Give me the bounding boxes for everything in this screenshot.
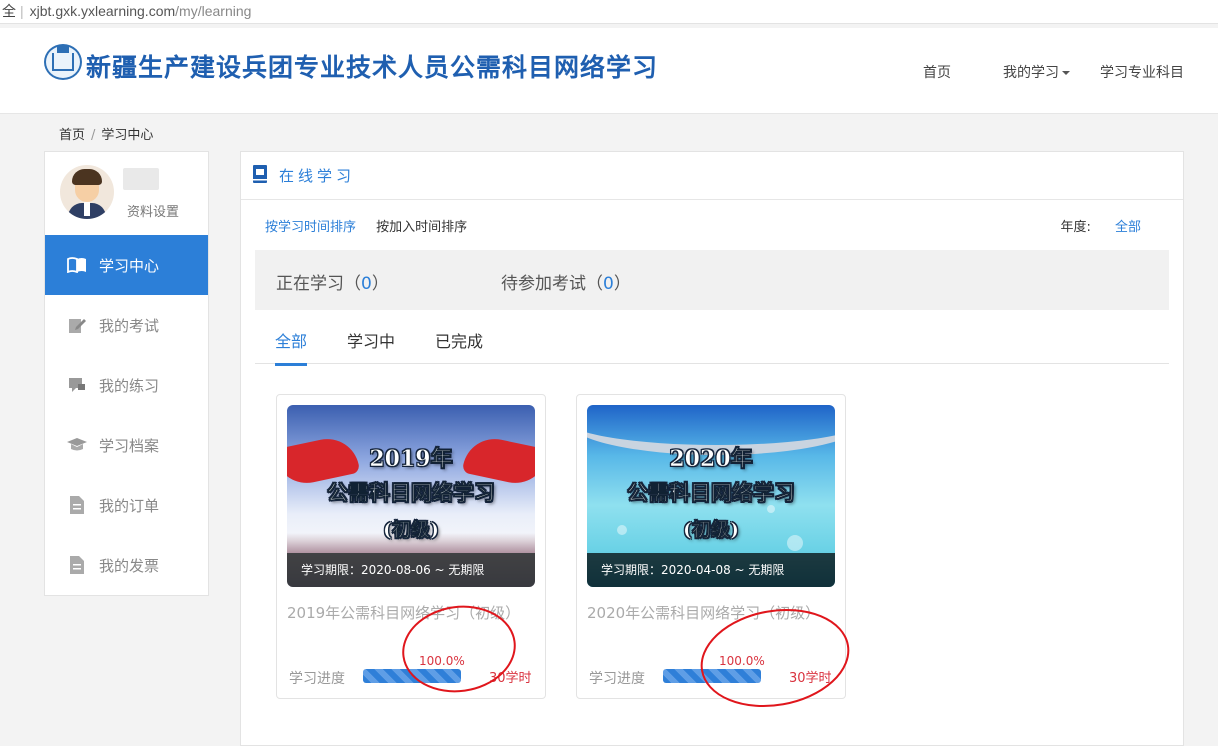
course-hours: 30学时 (489, 671, 532, 686)
progress-percent: 100.0% (719, 654, 765, 668)
course-period: 学习期限：2020-04-08 ~ 无期限 (587, 553, 835, 587)
tab-completed[interactable]: 已完成 (435, 328, 483, 363)
cover-year: 2019年 (369, 446, 453, 473)
sidebar: 资料设置 学习中心 我的考试 我的练习 学习档案 我的订单 我的发票 (44, 151, 209, 596)
course-period: 学习期限：2020-08-06 ~ 无期限 (287, 553, 535, 587)
stat-exam-count: 0 (603, 274, 614, 294)
cover-year: 2020年 (669, 446, 753, 473)
progress-bar (663, 669, 761, 683)
breadcrumb-separator: / (91, 128, 96, 143)
sidebar-item-label: 我的订单 (99, 496, 160, 515)
sidebar-item-my-orders[interactable]: 我的订单 (45, 475, 208, 535)
course-title[interactable]: 2019年公需科目网络学习（初级） (287, 602, 520, 623)
cover-level: (初级) (683, 519, 739, 542)
notebook-icon (253, 164, 267, 187)
security-label: 全 (2, 3, 16, 19)
sidebar-item-label: 学习档案 (99, 436, 160, 455)
browser-address-bar[interactable]: 全 | xjbt.gxk.yxlearning.com/my/learning (0, 0, 1218, 24)
graduation-cap-icon (67, 436, 87, 454)
sidebar-item-label: 我的练习 (99, 376, 160, 395)
avatar[interactable] (60, 165, 114, 219)
breadcrumb-home[interactable]: 首页 (59, 128, 85, 143)
year-filter-value[interactable]: 全部 (1115, 220, 1141, 235)
course-title[interactable]: 2020年公需科目网络学习（初级） (587, 602, 820, 623)
tab-in-progress[interactable]: 学习中 (347, 328, 395, 363)
sort-by-join-time[interactable]: 按加入时间排序 (376, 220, 467, 235)
nav-courses[interactable]: 学习专业科目 (1100, 62, 1184, 82)
sidebar-item-my-practice[interactable]: 我的练习 (45, 355, 208, 415)
cover-level: (初级) (383, 519, 439, 542)
progress-fill (363, 669, 461, 683)
stat-studying[interactable]: 正在学习（0） (276, 269, 389, 294)
stat-exam-label: 待参加考试（ (501, 274, 603, 294)
cover-subject: 公需科目网络学习 (627, 480, 796, 506)
site-title[interactable]: 新疆生产建设兵团专业技术人员公需科目网络学习 (86, 48, 658, 84)
user-profile: 资料设置 (45, 152, 208, 235)
sidebar-item-label: 我的考试 (99, 316, 160, 335)
nav-my-learning[interactable]: 我的学习 (1003, 62, 1070, 82)
site-header: 新疆生产建设兵团专业技术人员公需科目网络学习 首页 我的学习 学习专业科目 (0, 28, 1218, 114)
cover-subject: 公需科目网络学习 (327, 480, 496, 506)
tab-all[interactable]: 全部 (275, 328, 308, 366)
course-card[interactable]: 2020年 公需科目网络学习 (初级) 学习期限：2020-04-08 ~ 无期… (576, 394, 846, 699)
sidebar-item-learning-center[interactable]: 学习中心 (45, 235, 208, 295)
sidebar-item-my-invoices[interactable]: 我的发票 (45, 535, 208, 595)
user-name-blurred (123, 168, 159, 190)
course-cover-image[interactable]: 2019年 公需科目网络学习 (初级) 学习期限：2020-08-06 ~ 无期… (287, 405, 535, 587)
edit-icon (67, 316, 87, 334)
progress-label: 学习进度 (289, 671, 345, 687)
url-text[interactable]: xjbt.gxk.yxlearning.com/my/learning (30, 3, 252, 19)
chevron-down-icon (1062, 71, 1070, 75)
panel-header: 在线学习 (241, 152, 1183, 200)
course-card[interactable]: 2019年 公需科目网络学习 (初级) 学习期限：2020-08-06 ~ 无期… (276, 394, 546, 699)
status-tabs: 全部 学习中 已完成 (255, 312, 1169, 366)
sidebar-item-learning-records[interactable]: 学习档案 (45, 415, 208, 475)
stat-studying-label: 正在学习（ (276, 274, 361, 294)
stat-pending-exams[interactable]: 待参加考试（0） (501, 269, 631, 294)
breadcrumb: 首页 / 学习中心 (59, 124, 153, 143)
progress-fill (663, 669, 761, 683)
document-icon (67, 556, 87, 574)
profile-settings-link[interactable]: 资料设置 (127, 201, 179, 220)
year-filter: 年度: 全部 (1060, 216, 1141, 235)
stat-close-paren: ） (613, 274, 631, 294)
panel-title: 在线学习 (279, 167, 356, 185)
stat-studying-count: 0 (361, 274, 372, 294)
main-content: 在线学习 按学习时间排序 按加入时间排序 年度: 全部 正在学习（0） 待参加考… (240, 151, 1184, 746)
sort-options: 按学习时间排序 按加入时间排序 (265, 216, 467, 235)
address-separator: | (20, 3, 24, 19)
document-icon (67, 496, 87, 514)
sort-by-study-time[interactable]: 按学习时间排序 (265, 220, 356, 235)
book-open-icon (67, 256, 87, 274)
year-filter-label: 年度: (1060, 220, 1091, 235)
sidebar-item-label: 我的发票 (99, 556, 160, 575)
chat-icon (67, 376, 87, 394)
course-hours: 30学时 (789, 671, 832, 686)
nav-home[interactable]: 首页 (923, 62, 951, 82)
nav-my-learning-label: 我的学习 (1003, 65, 1059, 81)
course-cover-image[interactable]: 2020年 公需科目网络学习 (初级) 学习期限：2020-04-08 ~ 无期… (587, 405, 835, 587)
breadcrumb-current: 学习中心 (101, 128, 154, 143)
stats-bar: 正在学习（0） 待参加考试（0） (255, 250, 1169, 310)
url-host: xjbt.gxk.yxlearning.com (29, 3, 176, 19)
stat-close-paren: ） (371, 274, 389, 294)
progress-bar (363, 669, 461, 683)
sidebar-item-my-exams[interactable]: 我的考试 (45, 295, 208, 355)
url-path: /my/learning (175, 3, 252, 19)
site-logo-icon[interactable] (44, 44, 82, 80)
progress-percent: 100.0% (419, 654, 465, 668)
progress-label: 学习进度 (589, 671, 645, 687)
sidebar-item-label: 学习中心 (99, 256, 160, 275)
